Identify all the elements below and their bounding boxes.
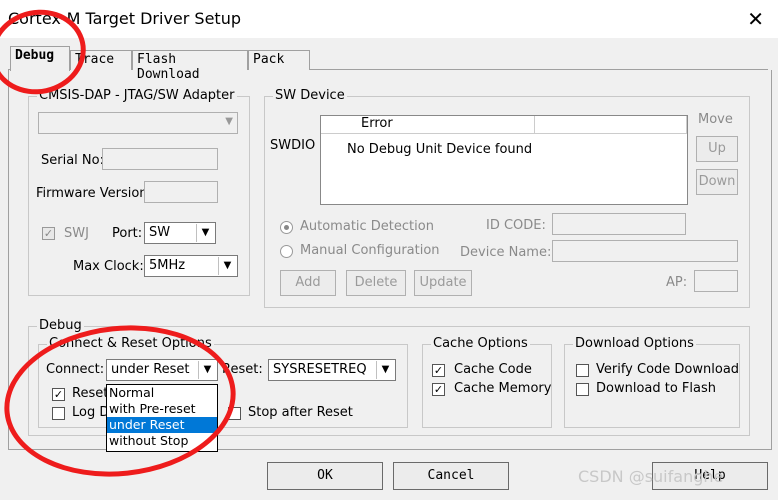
move-up-button[interactable]: Up [696,136,738,162]
device-error-message: No Debug Unit Device found [347,142,533,157]
automatic-detection-radio[interactable] [280,221,293,234]
reset-select[interactable]: SYSRESETREQ ▼ [268,359,396,381]
cancel-button[interactable]: Cancel [393,462,509,490]
manual-configuration-radio[interactable] [280,245,293,258]
serial-label: Serial No: [41,153,104,168]
move-label: Move [698,112,733,127]
move-down-button[interactable]: Down [696,169,738,195]
ap-label: AP: [666,275,688,290]
sw-device-group-label: SW Device [273,88,347,103]
device-name-field[interactable] [552,240,738,262]
close-icon[interactable]: ✕ [747,7,764,31]
maxclock-label: Max Clock: [73,259,144,274]
update-button[interactable]: Update [414,270,472,296]
delete-button[interactable]: Delete [346,270,406,296]
cache-memory-label: Cache Memory [454,381,552,396]
add-button[interactable]: Add [280,270,336,296]
firmware-label: Firmware Version: [36,186,152,201]
device-list[interactable]: Error No Debug Unit Device found [320,115,688,205]
cache-code-checkbox[interactable]: ✓ [432,364,445,377]
manual-configuration-label: Manual Configuration [300,243,440,258]
swj-label: SWJ [64,226,89,241]
device-column-header[interactable] [535,116,687,134]
ap-field[interactable] [694,270,738,292]
error-column-header[interactable]: Error [321,116,535,134]
chevron-down-icon: ▼ [225,116,233,127]
port-value: SW [149,225,171,240]
port-label: Port: [112,226,143,241]
cache-memory-checkbox[interactable]: ✓ [432,383,445,396]
swdio-label: SWDIO [270,138,316,153]
watermark: CSDN @suifanghe [578,467,724,486]
cache-options-group-label: Cache Options [431,336,530,351]
chevron-down-icon: ▼ [376,361,394,379]
stop-after-reset-label: Stop after Reset [248,405,353,420]
idcode-field[interactable] [552,213,686,235]
chevron-down-icon: ▼ [196,224,214,242]
verify-code-download-label: Verify Code Download [596,362,740,377]
adapter-group-label: CMSIS-DAP - JTAG/SW Adapter [37,88,237,103]
firmware-field[interactable] [144,181,218,203]
maxclock-value: 5MHz [149,258,186,273]
download-options-group-label: Download Options [573,336,696,351]
port-select[interactable]: SW ▼ [144,222,216,244]
tab-pack[interactable]: Pack [248,50,310,70]
download-to-flash-label: Download to Flash [596,381,717,396]
automatic-detection-label: Automatic Detection [300,219,434,234]
tab-flash-download[interactable]: Flash Download [132,50,248,82]
adapter-select[interactable]: ▼ [38,112,238,134]
swj-checkbox[interactable]: ✓ [42,227,55,240]
verify-code-download-checkbox[interactable] [576,364,589,377]
debug-group-label: Debug [37,318,84,333]
ok-button[interactable]: OK [267,462,383,490]
reset-value: SYSRESETREQ [273,362,367,377]
chevron-down-icon: ▼ [218,257,236,275]
download-to-flash-checkbox[interactable] [576,383,589,396]
serial-field[interactable] [102,148,218,170]
maxclock-select[interactable]: 5MHz ▼ [144,255,238,277]
cache-code-label: Cache Code [454,362,532,377]
device-name-label: Device Name: [460,245,552,260]
idcode-label: ID CODE: [486,218,546,233]
title-bar: Cortex-M Target Driver Setup ✕ [0,0,778,38]
